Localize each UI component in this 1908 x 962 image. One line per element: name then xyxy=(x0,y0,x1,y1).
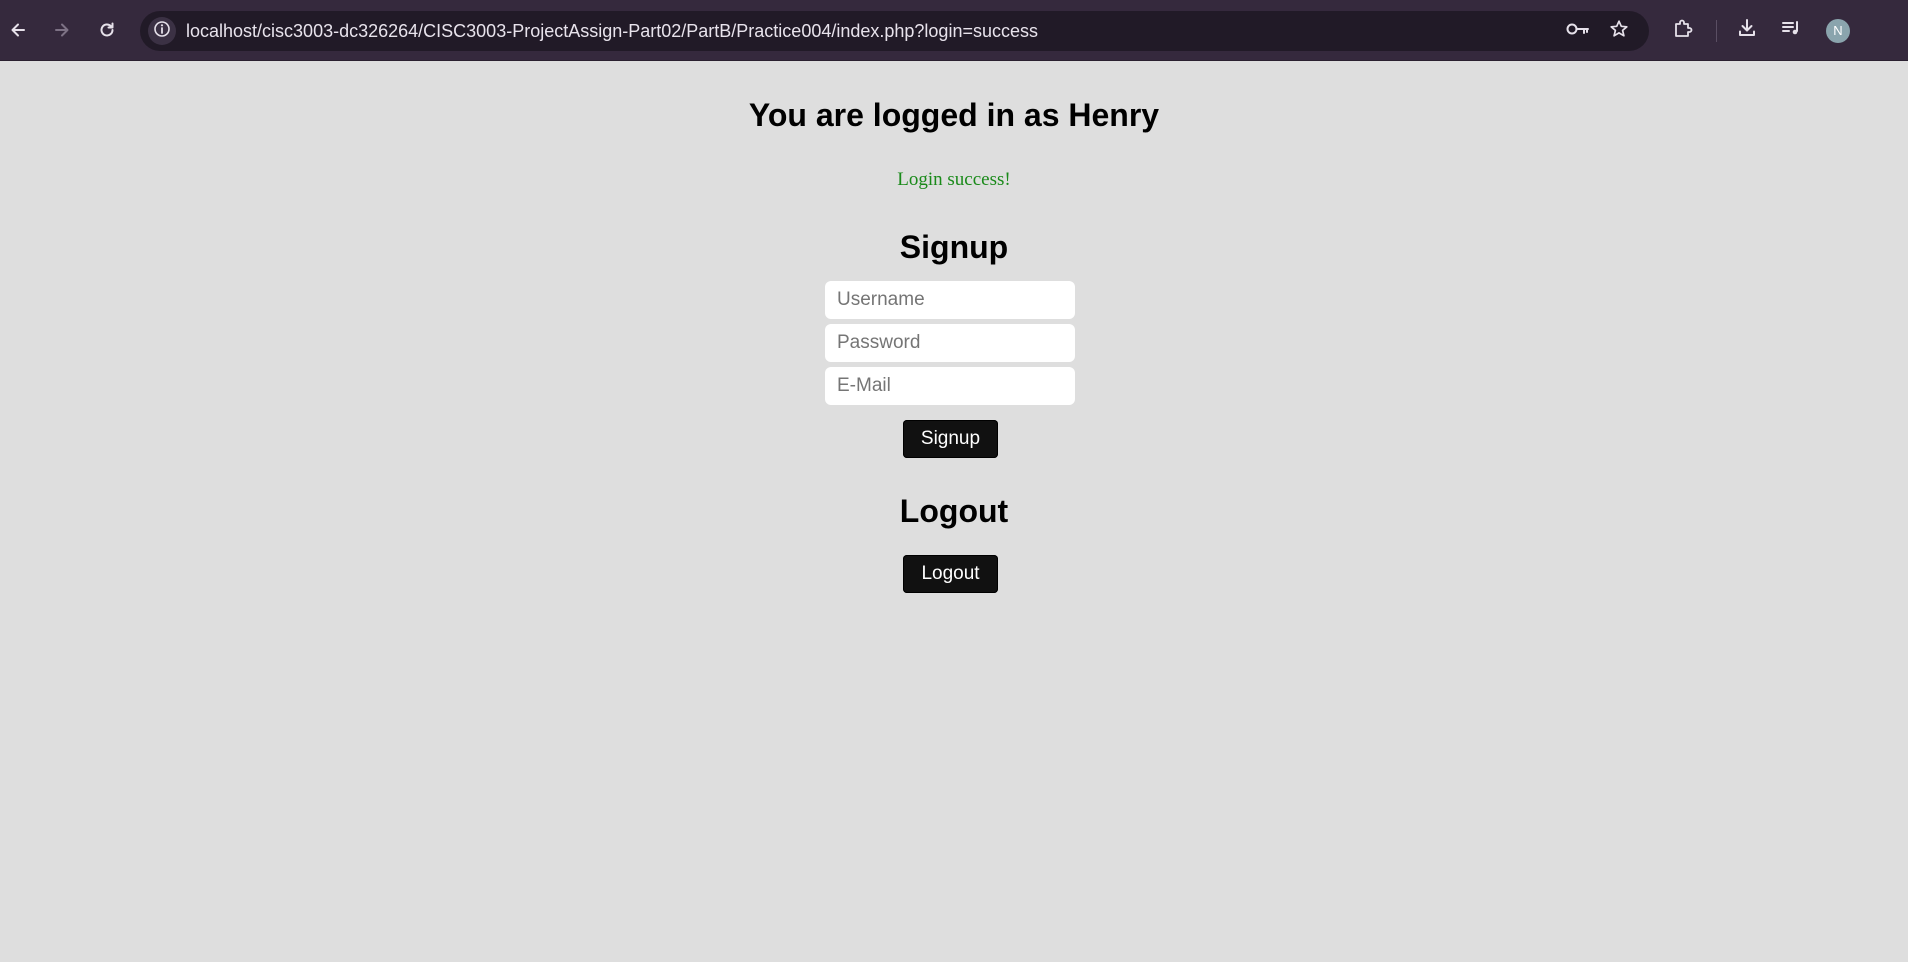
page-content: You are logged in as Henry Login success… xyxy=(0,61,1908,962)
media-button[interactable] xyxy=(1777,16,1805,44)
address-bar[interactable]: localhost/cisc3003-dc326264/CISC3003-Pro… xyxy=(140,11,1649,51)
password-field[interactable] xyxy=(825,324,1075,362)
info-icon xyxy=(153,20,171,43)
url-text[interactable]: localhost/cisc3003-dc326264/CISC3003-Pro… xyxy=(186,11,1038,51)
forward-button[interactable] xyxy=(46,14,78,46)
logout-heading: Logout xyxy=(899,493,1009,529)
back-button[interactable] xyxy=(2,14,34,46)
email-field[interactable] xyxy=(825,367,1075,405)
download-icon xyxy=(1736,17,1758,44)
bookmark-button[interactable] xyxy=(1607,19,1631,43)
site-info-button[interactable] xyxy=(148,17,176,45)
login-success-message: Login success! xyxy=(897,169,1011,190)
media-queue-icon xyxy=(1780,17,1802,44)
signup-heading: Signup xyxy=(899,229,1009,265)
username-field[interactable] xyxy=(825,281,1075,319)
key-icon xyxy=(1566,22,1590,41)
extensions-button[interactable] xyxy=(1669,16,1697,44)
logout-button[interactable]: Logout xyxy=(903,555,998,593)
puzzle-icon xyxy=(1672,17,1694,44)
password-key-button[interactable] xyxy=(1566,19,1590,43)
downloads-button[interactable] xyxy=(1733,16,1761,44)
reload-icon xyxy=(97,20,117,40)
star-icon xyxy=(1609,19,1629,44)
reload-button[interactable] xyxy=(91,14,123,46)
signup-button[interactable]: Signup xyxy=(903,420,998,458)
logged-in-heading: You are logged in as Henry xyxy=(748,97,1160,133)
profile-avatar[interactable]: N xyxy=(1826,19,1850,43)
toolbar-divider xyxy=(1716,20,1717,42)
arrow-left-icon xyxy=(8,20,28,40)
browser-toolbar: localhost/cisc3003-dc326264/CISC3003-Pro… xyxy=(0,0,1908,61)
arrow-right-icon xyxy=(52,20,72,40)
